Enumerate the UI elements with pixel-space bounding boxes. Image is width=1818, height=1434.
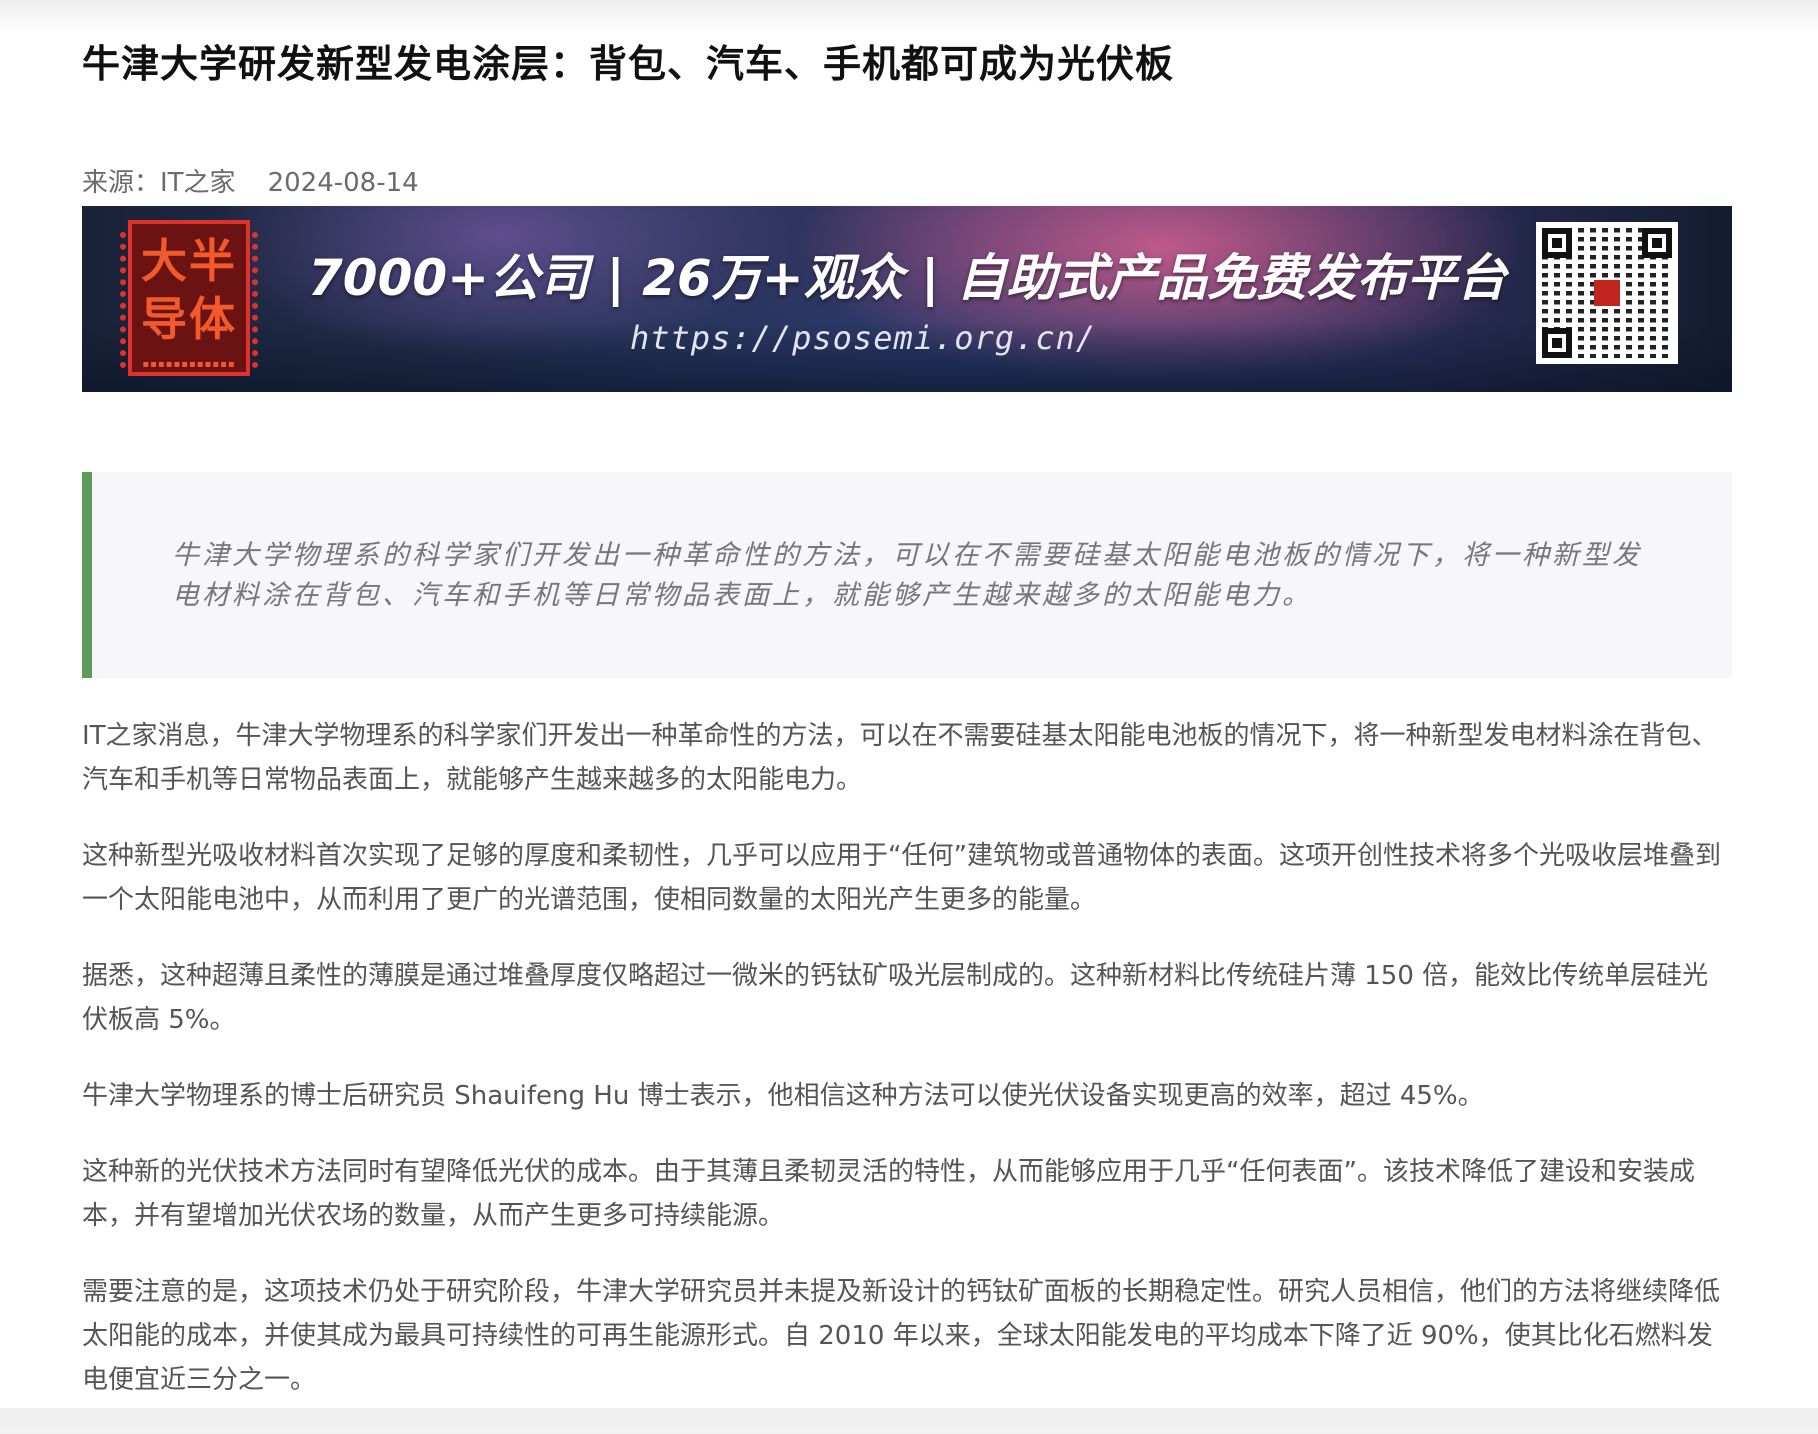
qr-center-logo-icon [1594, 280, 1620, 306]
article-meta: 来源：IT之家 2024-08-14 [82, 166, 419, 200]
article-paragraph: 据悉，这种超薄且柔性的薄膜是通过堆叠厚度仅略超过一微米的钙钛矿吸光层制成的。这种… [82, 961, 1709, 1035]
summary-blockquote: 牛津大学物理系的科学家们开发出一种革命性的方法，可以在不需要硅基太阳能电池板的情… [82, 472, 1732, 678]
chip-bottom-pins-icon: ▪▪▪▪▪▪▪▪▪▪▪▪ [142, 359, 236, 370]
qr-finder-icon [1542, 328, 1572, 358]
banner-url[interactable]: https://psosemi.org.cn/ [630, 316, 1096, 360]
article-paragraph: 这种新的光伏技术方法同时有望降低光伏的成本。由于其薄且柔韧灵活的特性，从而能够应… [82, 1157, 1695, 1231]
top-edge [0, 0, 1818, 34]
banner-logo-text: 大半导体 [141, 234, 237, 346]
article-title: 牛津大学研发新型发电涂层：背包、汽车、手机都可成为光伏板 [82, 42, 1175, 86]
banner-headline: 7000+公司 | 26万+观众 | 自助式产品免费发布平台 [308, 249, 1507, 307]
article-paragraph: 牛津大学物理系的博士后研究员 Shauifeng Hu 博士表示，他相信这种方法… [82, 1081, 1484, 1111]
qr-code-icon[interactable] [1536, 222, 1678, 364]
article-source[interactable]: 来源：IT之家 [82, 168, 236, 198]
article-date: 2024-08-14 [267, 168, 419, 198]
qr-finder-icon [1542, 228, 1572, 258]
qr-finder-icon [1642, 228, 1672, 258]
bottom-edge [0, 1408, 1818, 1426]
article-paragraph: IT之家消息，牛津大学物理系的科学家们开发出一种革命性的方法，可以在不需要硅基太… [82, 721, 1718, 795]
article-body: IT之家消息，牛津大学物理系的科学家们开发出一种革命性的方法，可以在不需要硅基太… [82, 714, 1732, 1434]
banner-logo: 大半导体 ▪▪▪▪▪▪▪▪▪▪▪▪ [120, 220, 258, 376]
article-paragraph: 需要注意的是，这项技术仍处于研究阶段，牛津大学研究员并未提及新设计的钙钛矿面板的… [82, 1277, 1721, 1395]
article-paragraph: 这种新型光吸收材料首次实现了足够的厚度和柔韧性，几乎可以应用于“任何”建筑物或普… [82, 841, 1721, 915]
article-page: 牛津大学研发新型发电涂层：背包、汽车、手机都可成为光伏板 来源：IT之家 2024… [0, 0, 1818, 1426]
summary-quote-text: 牛津大学物理系的科学家们开发出一种革命性的方法，可以在不需要硅基太阳能电池板的情… [172, 540, 1642, 611]
ad-banner[interactable]: 大半导体 ▪▪▪▪▪▪▪▪▪▪▪▪ 7000+公司 | 26万+观众 | 自助式… [82, 206, 1732, 392]
